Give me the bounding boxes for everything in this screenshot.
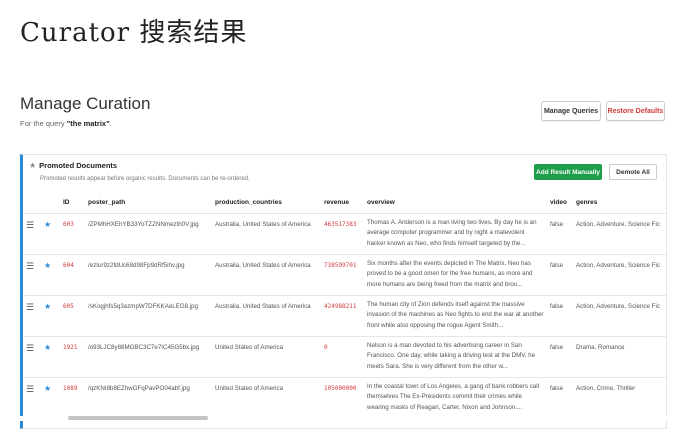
header-star	[41, 193, 60, 214]
cell-genres: Action, Adventure, Science Fic	[573, 295, 666, 337]
star-icon: ★	[29, 161, 37, 170]
panel-header: ★ Promoted Documents Promoted results ap…	[29, 161, 250, 182]
header-revenue[interactable]: revenue	[321, 193, 364, 214]
cell-genres: Action, Adventure, Science Fic	[573, 213, 666, 255]
demote-all-button[interactable]: Demote All	[609, 164, 657, 180]
restore-defaults-button[interactable]: Restore Defaults	[606, 101, 665, 121]
cell-overview: Six months after the events depicted in …	[364, 254, 547, 296]
query-text: "the matrix"	[66, 119, 110, 128]
cell-overview: The human city of Zion defends itself ag…	[364, 295, 547, 337]
cell-genres: Action, Crime, Thriller	[573, 377, 666, 419]
cell-revenue: 463517383	[321, 213, 364, 255]
cell-production-countries: Australia, United States of America	[212, 254, 321, 296]
header-video[interactable]: video	[547, 193, 573, 214]
cell-video: false	[547, 254, 573, 296]
scrollbar-thumb[interactable]	[68, 416, 208, 420]
cell-poster-path: /ezIur9z2fdUc68d98Fp9dRf5ihv.jpg	[85, 254, 212, 296]
promoted-title: Promoted Documents	[39, 161, 118, 170]
manage-queries-button[interactable]: Manage Queries	[541, 101, 601, 121]
query-suffix: .	[109, 119, 112, 128]
cell-poster-path: /ZPMhHXEhYB33YoTZZNNmezth0V.jpg	[85, 213, 212, 255]
promoted-documents-panel: ★ Promoted Documents Promoted results ap…	[20, 154, 667, 429]
header-overview[interactable]: overview	[364, 193, 547, 214]
star-icon[interactable]: ★	[41, 213, 60, 255]
manage-curation-title: Manage Curation	[20, 94, 151, 113]
cell-overview: Thomas A. Anderson is a man living two l…	[364, 213, 547, 255]
cell-revenue: 105000000	[321, 377, 364, 419]
table-row[interactable]: ☰ ★ 1921 /o93LJC8y88MGBC3C7e7IC45G5bx.jp…	[23, 336, 666, 378]
cell-poster-path: /sKogjhfs5q3azmpW7DFKKAeLEG8.jpg	[85, 295, 212, 337]
cell-revenue: 424988211	[321, 295, 364, 337]
drag-handle-icon[interactable]: ☰	[23, 213, 41, 255]
cell-video: false	[547, 377, 573, 419]
star-icon[interactable]: ★	[41, 336, 60, 378]
cell-id: 605	[60, 295, 85, 337]
cell-video: false	[547, 295, 573, 337]
cell-overview: In the coastal town of Los Angeles, a ga…	[364, 377, 547, 419]
table-row[interactable]: ☰ ★ 604 /ezIur9z2fdUc68d98Fp9dRf5ihv.jpg…	[23, 254, 666, 296]
header-drag	[23, 193, 41, 214]
drag-handle-icon[interactable]: ☰	[23, 377, 41, 419]
cell-revenue: 0	[321, 336, 364, 378]
cell-production-countries: United States of America	[212, 377, 321, 419]
page-title: Curator 搜索结果	[20, 18, 248, 48]
cell-production-countries: United States of America	[212, 336, 321, 378]
cell-poster-path: /qzKNI8b8EZhwGFqPavPO04abf.jpg	[85, 377, 212, 419]
drag-handle-icon[interactable]: ☰	[23, 336, 41, 378]
cell-id: 1921	[60, 336, 85, 378]
cell-poster-path: /o93LJC8y88MGBC3C7e7IC45G5bx.jpg	[85, 336, 212, 378]
header-id[interactable]: ID	[60, 193, 85, 214]
cell-overview: Nelson is a man devoted to his advertisi…	[364, 336, 547, 378]
header-genres[interactable]: genres	[573, 193, 666, 214]
cell-revenue: 738599701	[321, 254, 364, 296]
table-row[interactable]: ☰ ★ 603 /ZPMhHXEhYB33YoTZZNNmezth0V.jpg …	[23, 213, 666, 255]
query-prefix: For the query	[20, 119, 67, 128]
cell-production-countries: Australia, United States of America	[212, 213, 321, 255]
header-production-countries[interactable]: production_countries	[212, 193, 321, 214]
table-header-row: ID poster_path production_countries reve…	[23, 193, 666, 214]
drag-handle-icon[interactable]: ☰	[23, 254, 41, 296]
cell-genres: Drama, Romance	[573, 336, 666, 378]
cell-id: 603	[60, 213, 85, 255]
drag-handle-icon[interactable]: ☰	[23, 295, 41, 337]
cell-id: 1089	[60, 377, 85, 419]
promoted-subtitle: Promoted results appear before organic r…	[40, 176, 250, 182]
star-icon[interactable]: ★	[41, 254, 60, 296]
cell-genres: Action, Adventure, Science Fic	[573, 254, 666, 296]
cell-video: false	[547, 213, 573, 255]
table-row[interactable]: ☰ ★ 605 /sKogjhfs5q3azmpW7DFKKAeLEG8.jpg…	[23, 295, 666, 337]
cell-video: false	[547, 336, 573, 378]
cell-id: 604	[60, 254, 85, 296]
star-icon[interactable]: ★	[41, 377, 60, 419]
header-poster-path[interactable]: poster_path	[85, 193, 212, 214]
cell-production-countries: Australia, United States of America	[212, 295, 321, 337]
star-icon[interactable]: ★	[41, 295, 60, 337]
panel-title-row: ★ Promoted Documents	[29, 161, 250, 170]
table-row[interactable]: ☰ ★ 1089 /qzKNI8b8EZhwGFqPavPO04abf.jpg …	[23, 377, 666, 419]
add-result-manually-button[interactable]: Add Result Manually	[534, 164, 602, 180]
promoted-table: ID poster_path production_countries reve…	[23, 193, 666, 419]
query-description: For the query "the matrix".	[20, 119, 112, 128]
